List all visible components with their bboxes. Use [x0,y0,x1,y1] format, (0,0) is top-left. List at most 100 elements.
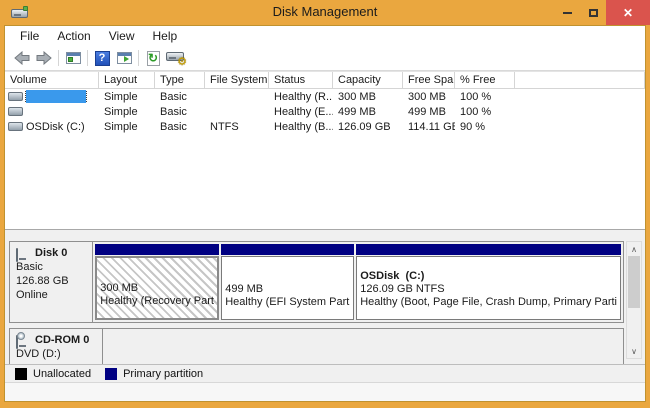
menu-file[interactable]: File [11,27,48,45]
forward-button[interactable] [33,48,55,68]
cell-percent-free: 100 % [455,106,515,118]
cell-status: Healthy (R... [269,91,333,103]
legend-bar: Unallocated Primary partition [5,364,645,382]
volume-icon [8,92,23,101]
column-header-layout[interactable]: Layout [99,72,155,88]
volume-icon [8,122,23,131]
cell-free-space: 300 MB [403,91,455,103]
maximize-button[interactable] [580,0,606,25]
back-button[interactable] [11,48,33,68]
table-row-osdisk-volume[interactable]: OSDisk (C:) Simple Basic NTFS Healthy (B… [5,119,645,134]
column-header-file-system[interactable]: File System [205,72,269,88]
table-row-efi-volume[interactable]: Simple Basic Healthy (E... 499 MB 499 MB… [5,104,645,119]
disk-icon [16,248,33,258]
title-bar: Disk Management ✕ [0,0,650,25]
scrollbar-thumb[interactable] [628,256,640,308]
disk-management-window: Disk Management ✕ File Action View Help [0,0,650,408]
menu-view[interactable]: View [100,27,144,45]
pane-splitter[interactable] [5,229,645,239]
help-button[interactable]: ? [91,48,113,68]
cell-type: Basic [155,121,205,133]
menu-help[interactable]: Help [144,27,187,45]
toolbar-separator [138,50,139,66]
forward-icon [36,51,52,65]
partition-name: OSDisk (C:) [360,270,617,283]
column-header-percent-free[interactable]: % Free [455,72,515,88]
disk0-name: Disk 0 [35,246,67,260]
disk-properties-button[interactable]: ⚙ [164,48,186,68]
console-tree-icon [66,52,81,64]
column-header-status[interactable]: Status [269,72,333,88]
primary-partition-color-swatch [105,368,117,380]
cell-percent-free: 100 % [455,91,515,103]
refresh-button[interactable]: ↻ [142,48,164,68]
partition-efi[interactable]: 499 MB Healthy (EFI System Partit [221,244,354,320]
help-icon: ? [95,51,110,66]
disk-properties-icon: ⚙ [166,51,184,65]
cell-status: Healthy (E... [269,106,333,118]
disk0-partitions: 300 MB Healthy (Recovery Parti 499 MB He… [93,242,623,322]
partition-size: 300 MB [100,282,214,295]
refresh-icon: ↻ [147,51,160,66]
toolbar: ? ↻ ⚙ [5,46,645,71]
column-header-free-space[interactable]: Free Spa... [403,72,455,88]
cdrom0-type: DVD (D:) [16,347,102,361]
vertical-scrollbar[interactable]: ∧ ∨ [626,241,642,359]
cdrom-icon [16,335,33,346]
cell-free-space: 114.11 GB [403,121,455,133]
gear-icon: ⚙ [177,57,187,68]
back-icon [14,51,30,65]
disk-graphical-view: Disk 0 Basic 126.88 GB Online 300 MB Hea… [5,239,645,364]
partition-recovery[interactable]: 300 MB Healthy (Recovery Parti [95,244,219,320]
cell-percent-free: 90 % [455,121,515,133]
volume-name: OSDisk (C:) [26,121,85,133]
column-header-filler [515,72,645,88]
partition-osdisk[interactable]: OSDisk (C:) 126.09 GB NTFS Healthy (Boot… [356,244,621,320]
column-header-capacity[interactable]: Capacity [333,72,403,88]
action-pane-icon [117,52,132,64]
menu-action[interactable]: Action [48,27,99,45]
toolbar-separator [58,50,59,66]
disk0-status: Online [16,288,92,302]
cell-capacity: 499 MB [333,106,403,118]
volume-list-header: Volume Layout Type File System Status Ca… [5,71,645,89]
cell-status: Healthy (B... [269,121,333,133]
cell-capacity: 300 MB [333,91,403,103]
cell-capacity: 126.09 GB [333,121,403,133]
partition-color-strip [356,244,621,255]
partition-status: Healthy (Recovery Parti [100,295,214,308]
unallocated-color-swatch [15,368,27,380]
minimize-button[interactable] [554,0,580,25]
cdrom0-row: CD-ROM 0 DVD (D:) [9,328,624,364]
cdrom0-label[interactable]: CD-ROM 0 DVD (D:) [10,329,103,364]
minimize-icon [563,12,572,14]
toolbar-separator [87,50,88,66]
table-row-recovery-volume[interactable]: Simple Basic Healthy (R... 300 MB 300 MB… [5,89,645,104]
scroll-up-arrow-icon[interactable]: ∧ [627,242,641,256]
volume-list: Volume Layout Type File System Status Ca… [5,71,645,229]
partition-status: Healthy (EFI System Partit [225,296,350,309]
cell-layout: Simple [99,91,155,103]
column-header-type[interactable]: Type [155,72,205,88]
partition-size: 499 MB [225,283,350,296]
disk0-label[interactable]: Disk 0 Basic 126.88 GB Online [10,242,93,322]
console-tree-button[interactable] [62,48,84,68]
cell-file-system: NTFS [205,121,269,133]
menu-bar: File Action View Help [5,26,645,46]
scroll-down-arrow-icon[interactable]: ∨ [627,344,641,358]
legend-label-primary-partition: Primary partition [123,368,203,380]
maximize-icon [589,9,598,17]
partition-status: Healthy (Boot, Page File, Crash Dump, Pr… [360,296,617,309]
cell-free-space: 499 MB [403,106,455,118]
cell-type: Basic [155,91,205,103]
disk0-size: 126.88 GB [16,274,92,288]
column-header-volume[interactable]: Volume [5,72,99,88]
legend-label-unallocated: Unallocated [33,368,91,380]
cell-layout: Simple [99,121,155,133]
action-pane-button[interactable] [113,48,135,68]
close-button[interactable]: ✕ [606,0,650,25]
partition-size: 126.09 GB NTFS [360,283,617,296]
status-bar [5,382,645,401]
volume-name-selection[interactable] [26,90,86,103]
cell-type: Basic [155,106,205,118]
